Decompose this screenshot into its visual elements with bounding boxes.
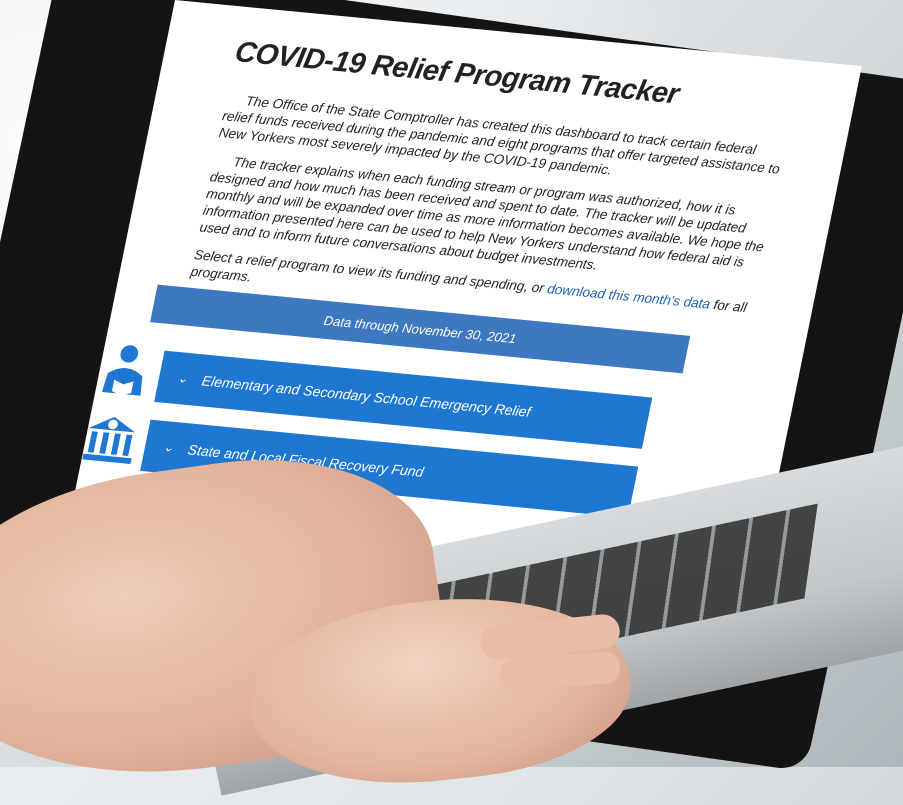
chevron-down-icon: ⌄ xyxy=(161,439,176,455)
program-label: Elementary and Secondary School Emergenc… xyxy=(200,372,533,420)
download-data-link[interactable]: download this month's data xyxy=(546,281,711,311)
chevron-down-icon: ⌄ xyxy=(175,370,190,386)
